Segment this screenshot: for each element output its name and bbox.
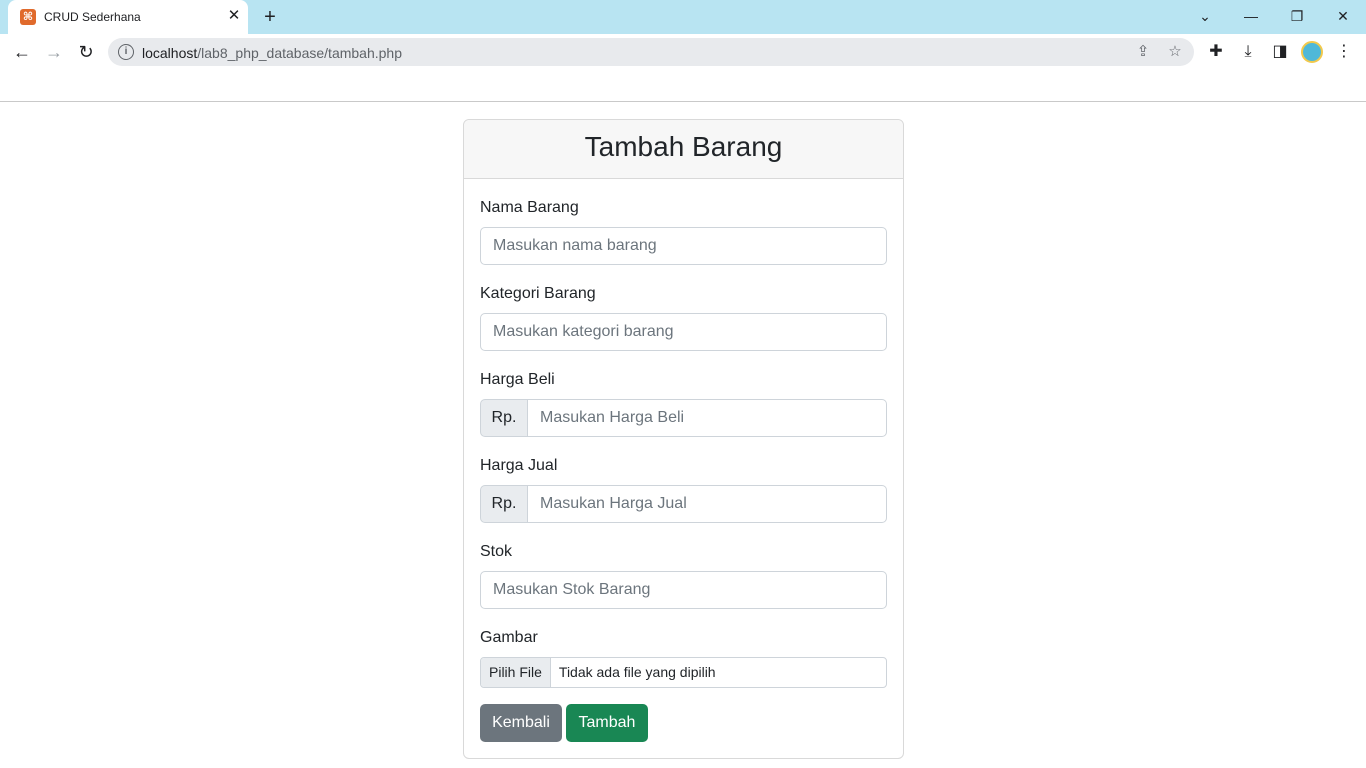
kategori-barang-input[interactable] bbox=[480, 313, 887, 351]
url-path: /lab8_php_database/tambah.php bbox=[197, 45, 402, 61]
extensions-puzzle-icon[interactable]: ✚ bbox=[1204, 40, 1228, 64]
harga-jual-input-group: Rp. bbox=[480, 485, 887, 523]
new-tab-button[interactable]: + bbox=[258, 5, 282, 29]
page-title: Tambah Barang bbox=[584, 131, 783, 162]
tab-title: CRUD Sederhana bbox=[44, 10, 141, 24]
harga-beli-prefix: Rp. bbox=[480, 399, 528, 437]
field-nama-barang: Nama Barang bbox=[480, 199, 887, 265]
url-text[interactable]: localhost/lab8_php_database/tambah.php bbox=[142, 45, 402, 61]
bookmark-bar bbox=[0, 70, 1366, 102]
kategori-barang-label: Kategori Barang bbox=[480, 285, 596, 302]
card-body: Nama Barang Kategori Barang Harga Beli R… bbox=[464, 179, 903, 742]
bookmark-star-icon[interactable]: ☆ bbox=[1164, 41, 1186, 63]
field-harga-beli: Harga Beli Rp. bbox=[480, 371, 887, 437]
card-header: Tambah Barang bbox=[464, 120, 903, 179]
harga-jual-input[interactable] bbox=[528, 485, 887, 523]
choose-file-button[interactable]: Pilih File bbox=[481, 658, 551, 687]
reload-icon[interactable]: ↻ bbox=[72, 38, 100, 66]
form-actions: Kembali Tambah bbox=[480, 704, 887, 742]
nama-barang-label: Nama Barang bbox=[480, 199, 579, 216]
xampp-favicon-icon: ⌘ bbox=[20, 9, 36, 25]
url-host: localhost bbox=[142, 45, 198, 61]
field-gambar: Gambar Pilih File Tidak ada file yang di… bbox=[480, 629, 887, 688]
harga-jual-prefix: Rp. bbox=[480, 485, 528, 523]
page-viewport: Tambah Barang Nama Barang Kategori Baran… bbox=[0, 103, 1366, 768]
harga-beli-input-group: Rp. bbox=[480, 399, 887, 437]
download-icon[interactable]: ⤓ bbox=[1236, 40, 1260, 64]
back-arrow-icon[interactable]: ← bbox=[8, 38, 36, 66]
forward-arrow-icon[interactable]: → bbox=[40, 38, 68, 66]
harga-beli-input[interactable] bbox=[528, 399, 887, 437]
minimize-button[interactable]: — bbox=[1236, 4, 1266, 28]
nama-barang-input[interactable] bbox=[480, 227, 887, 265]
stok-input[interactable] bbox=[480, 571, 887, 609]
field-kategori-barang: Kategori Barang bbox=[480, 285, 887, 351]
gambar-file-input[interactable]: Pilih File Tidak ada file yang dipilih bbox=[480, 657, 887, 688]
back-button[interactable]: Kembali bbox=[480, 704, 562, 742]
profile-avatar[interactable] bbox=[1301, 41, 1323, 63]
share-icon[interactable]: ⇪ bbox=[1132, 41, 1154, 63]
site-info-icon[interactable]: i bbox=[118, 44, 134, 60]
harga-jual-label: Harga Jual bbox=[480, 457, 558, 474]
field-harga-jual: Harga Jual Rp. bbox=[480, 457, 887, 523]
form-card: Tambah Barang Nama Barang Kategori Baran… bbox=[463, 119, 904, 759]
restore-button[interactable]: ❐ bbox=[1282, 4, 1312, 28]
browser-tab[interactable]: ⌘ CRUD Sederhana ✕ bbox=[8, 0, 248, 34]
gambar-label: Gambar bbox=[480, 629, 538, 646]
stok-label: Stok bbox=[480, 543, 513, 560]
tab-search-icon[interactable]: ⌄ bbox=[1190, 4, 1220, 28]
side-panel-icon[interactable]: ◨ bbox=[1268, 40, 1292, 64]
browser-toolbar: ← → ↻ i localhost/lab8_php_database/tamb… bbox=[0, 34, 1366, 70]
file-status-text: Tidak ada file yang dipilih bbox=[558, 664, 716, 680]
tab-close-icon[interactable]: ✕ bbox=[224, 6, 244, 26]
tab-strip: ⌘ CRUD Sederhana ✕ + ⌄ — ❐ ✕ bbox=[0, 0, 1366, 34]
address-bar[interactable]: i localhost/lab8_php_database/tambah.php… bbox=[108, 38, 1194, 66]
submit-button[interactable]: Tambah bbox=[566, 704, 648, 742]
harga-beli-label: Harga Beli bbox=[480, 371, 555, 388]
field-stok: Stok bbox=[480, 543, 887, 609]
menu-kebab-icon[interactable]: ⋮ bbox=[1332, 40, 1356, 64]
close-window-button[interactable]: ✕ bbox=[1328, 4, 1358, 28]
